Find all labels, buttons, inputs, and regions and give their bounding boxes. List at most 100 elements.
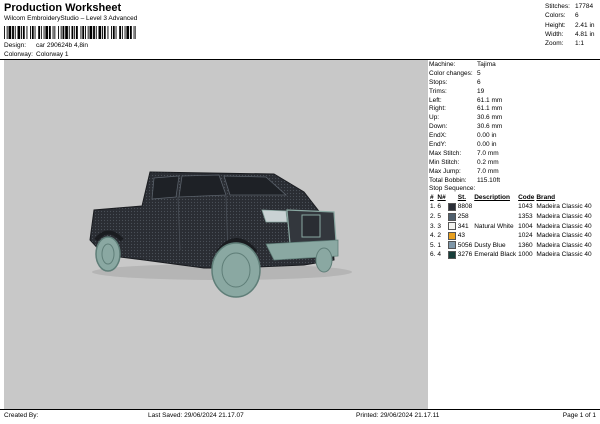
param-label: Down:	[429, 123, 448, 131]
col-header: #	[430, 194, 434, 201]
table-row: 1. 6 8808 1043 Madeira Classic 40	[429, 202, 593, 213]
barcode-bar	[54, 26, 56, 39]
param-label: Max Stitch:	[429, 149, 462, 157]
stat-label: Height:	[545, 21, 566, 29]
thread-color-swatch	[447, 241, 456, 250]
barcode-bar	[45, 26, 49, 39]
param-row: Min Stitch: 0.2 mm	[429, 159, 502, 168]
barcode-bar	[93, 26, 95, 39]
thread-code: 1004	[518, 222, 533, 230]
stitch-count: 8808	[457, 203, 473, 211]
software-name: Wilcom EmbroideryStudio – Level 3 Advanc…	[4, 15, 138, 22]
barcode-bar	[130, 26, 132, 39]
param-row: EndY: 0.00 in	[429, 141, 502, 150]
table-row: 3. 3 341 Natural White 1004 Madeira Classic 4…	[429, 222, 593, 232]
col-header: Brand	[536, 194, 556, 201]
param-row: Stops: 6	[429, 79, 502, 88]
barcode-bar	[4, 26, 5, 39]
barcode-bar	[60, 26, 62, 39]
barcode-bar	[17, 26, 21, 39]
param-row: Left: 61.1 mm	[429, 97, 502, 106]
barcode-bar	[62, 26, 65, 39]
thread-code: 1000	[518, 251, 533, 259]
barcode-bar	[121, 26, 123, 39]
param-row: EndX: 0.00 in	[429, 132, 502, 141]
stat-label: Stitches:	[545, 3, 570, 10]
col-header: N#	[437, 194, 446, 201]
param-row: Trims: 19	[429, 88, 502, 97]
design-label: Design:	[4, 42, 27, 49]
param-label: EndY:	[429, 141, 447, 149]
barcode-bar	[76, 26, 78, 39]
barcode-bar	[112, 26, 115, 39]
thread-color-swatch	[447, 212, 456, 221]
param-value: 0.00 in	[477, 141, 497, 149]
color-swatch	[447, 241, 457, 251]
design-stats: Stitches: 17784 Colors: 6 Height: 2.41 in W…	[545, 2, 595, 48]
thread-description	[473, 232, 517, 242]
param-value: 115.10ft	[477, 176, 501, 184]
param-value: 30.6 mm	[477, 114, 503, 122]
color-swatch	[447, 251, 457, 261]
row-number: 6.	[430, 251, 436, 259]
thread-color-swatch	[447, 251, 456, 260]
stitch-count: 341	[457, 222, 469, 230]
barcode-bar	[49, 26, 51, 39]
param-value: 7.0 mm	[477, 149, 499, 157]
page-number: Page 1 of 1	[562, 412, 596, 419]
thread-brand: Madeira Classic 40	[536, 222, 592, 230]
table-row: 6. 4 3276 Emerald Black 1000 Madeira Classic …	[429, 251, 593, 261]
col-header	[447, 194, 457, 203]
barcode-bar	[74, 26, 76, 39]
needle-number: 3	[437, 222, 442, 230]
barcode-bar	[34, 26, 36, 39]
param-row: Right: 61.1 mm	[429, 105, 502, 114]
colorway-label: Colorway:	[4, 51, 33, 58]
stat-label: Width:	[545, 30, 564, 38]
thread-color-swatch	[447, 222, 456, 231]
row-number: 2.	[430, 212, 436, 220]
param-value: 0.2 mm	[477, 158, 499, 166]
needle-number: 6	[437, 203, 442, 211]
barcode-bar	[124, 26, 126, 39]
barcode-bar	[43, 26, 45, 39]
design-value: car 290624b 4,8in	[36, 42, 89, 49]
barcode-bar	[52, 26, 54, 39]
stitch-count: 5056	[457, 241, 473, 249]
table-header-row: # N# St. Description Code Brand	[429, 194, 593, 203]
needle-number: 4	[437, 251, 442, 259]
thread-color-swatch	[447, 202, 456, 211]
color-swatch	[447, 231, 457, 242]
color-swatch	[447, 222, 457, 232]
param-label: Left:	[429, 96, 442, 104]
barcode-bar	[38, 26, 40, 39]
thread-color-swatch	[447, 231, 456, 240]
param-value: 61.1 mm	[477, 96, 503, 104]
param-row: Up: 30.6 mm	[429, 114, 502, 123]
truck-embroidery-image	[89, 171, 352, 298]
thread-brand: Madeira Classic 40	[536, 203, 592, 211]
stat-value: 6	[575, 12, 579, 20]
param-row: Max Jump: 7.0 mm	[429, 168, 502, 177]
param-label: Min Stitch:	[429, 158, 460, 166]
barcode	[4, 26, 136, 39]
barcode-bar	[22, 26, 25, 39]
barcode-bar	[95, 26, 97, 39]
barcode-bar	[87, 26, 89, 39]
table-row: 4. 2 43 1024 Madeira Classic 40	[429, 231, 593, 242]
thread-description: Natural White	[474, 222, 514, 230]
barcode-bar	[30, 26, 31, 39]
param-label: Up:	[429, 114, 440, 122]
printed-date: Printed: 29/06/2024 21.17.11	[356, 412, 440, 419]
colorway-value: Colorway 1	[36, 51, 69, 58]
barcode-bar	[21, 26, 22, 39]
barcode-bar	[14, 26, 16, 39]
param-value: 30.6 mm	[477, 123, 503, 131]
barcode-bar	[126, 26, 130, 39]
param-label: Right:	[429, 105, 446, 113]
param-value: 6	[477, 78, 481, 86]
param-label: Color changes:	[429, 69, 473, 77]
thread-description: Dusty Blue	[474, 241, 506, 249]
color-swatch	[447, 212, 457, 223]
barcode-bar	[85, 26, 86, 39]
